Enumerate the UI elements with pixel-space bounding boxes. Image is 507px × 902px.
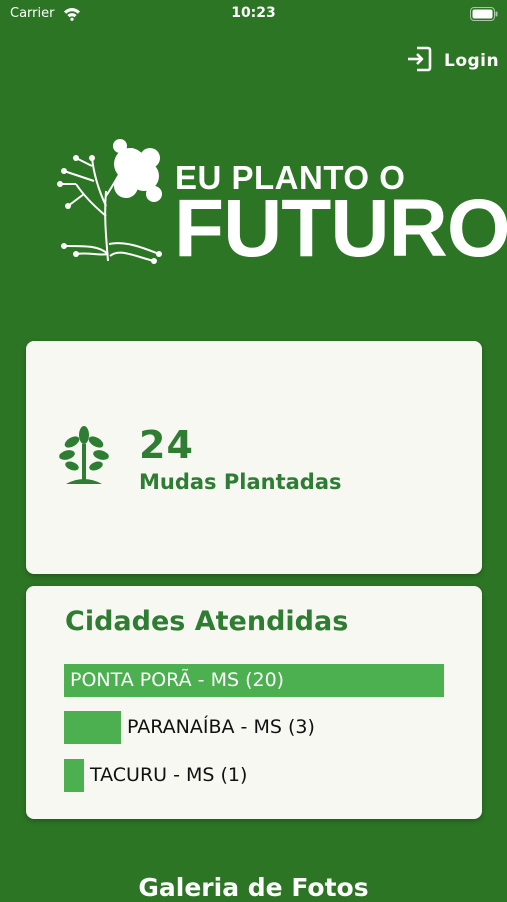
- clock: 10:23: [231, 5, 276, 21]
- gallery-title: Galeria de Fotos: [138, 873, 369, 902]
- city-bar: [64, 711, 121, 744]
- login-icon: [406, 46, 432, 76]
- city-row: PARANAÍBA - MS (3): [64, 711, 444, 744]
- status-bar: Carrier 10:23: [0, 0, 507, 30]
- city-label: PONTA PORÃ - MS (20): [70, 669, 285, 691]
- city-row: PONTA PORÃ - MS (20): [64, 664, 444, 697]
- cities-title: Cidades Atendidas: [65, 606, 349, 637]
- seedlings-count: 24: [139, 423, 194, 467]
- battery-icon: [470, 6, 498, 25]
- login-button[interactable]: Login: [406, 46, 500, 76]
- city-label: PARANAÍBA - MS (3): [127, 716, 315, 738]
- seedling-icon: [58, 426, 110, 496]
- logo-text-bottom: FUTURO: [174, 183, 507, 274]
- login-label: Login: [444, 51, 500, 71]
- city-label: TACURU - MS (1): [90, 764, 248, 786]
- app-logo: EU PLANTO O FUTURO: [54, 136, 507, 270]
- cities-card: Cidades Atendidas PONTA PORÃ - MS (20) PA…: [26, 586, 482, 819]
- city-row: TACURU - MS (1): [64, 759, 444, 792]
- tree-circuit-icon: [54, 136, 166, 270]
- seedlings-stats-card: 24 Mudas Plantadas: [26, 341, 482, 574]
- city-bar: [64, 759, 84, 792]
- seedlings-label: Mudas Plantadas: [139, 470, 342, 494]
